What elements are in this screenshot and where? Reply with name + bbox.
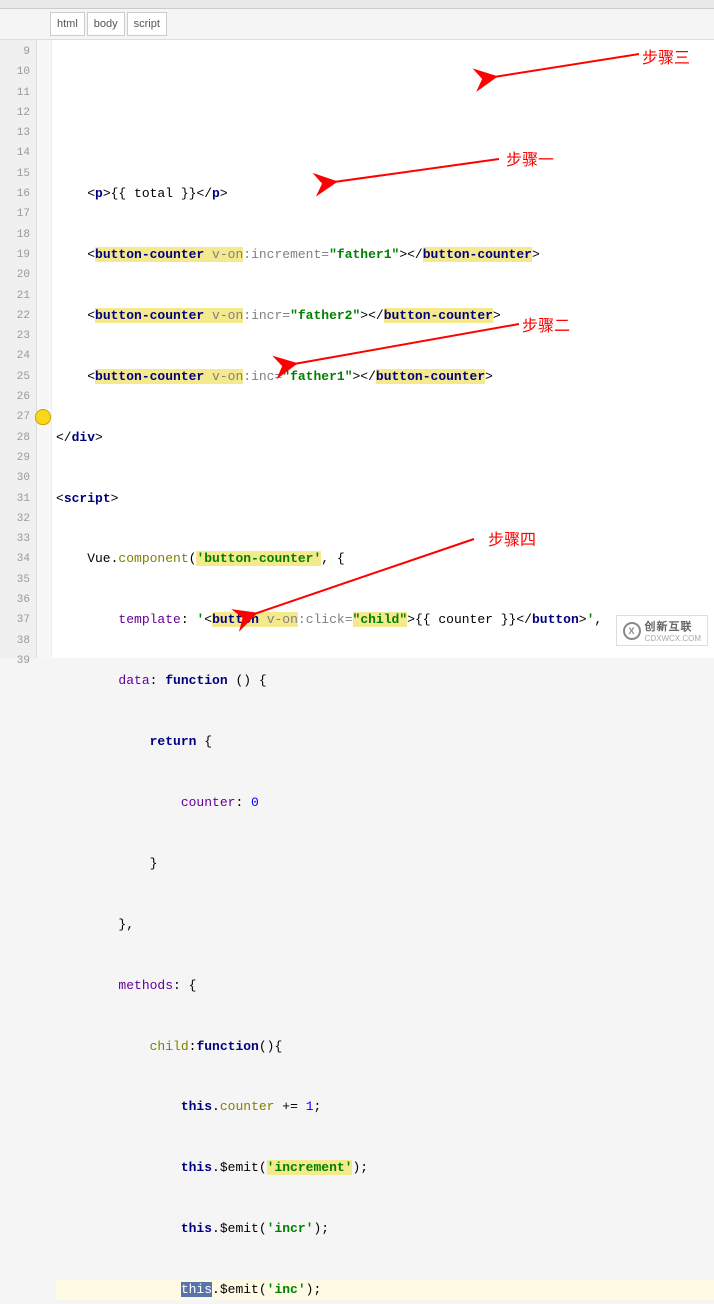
code-line (56, 123, 714, 143)
code-line: this.$emit('increment'); (56, 1158, 714, 1178)
breadcrumb-item-html[interactable]: html (50, 12, 85, 36)
code-line: <script> (56, 489, 714, 509)
code-line: <button-counter v-on:increment="father1"… (56, 245, 714, 265)
code-line: <p>{{ total }}</p> (56, 184, 714, 204)
title-bar-fragment (0, 0, 714, 9)
code-area[interactable]: <p>{{ total }}</p> <button-counter v-on:… (52, 40, 714, 658)
fold-gutter (37, 40, 52, 658)
code-line: counter: 0 (56, 793, 714, 813)
code-line: data: function () { (56, 671, 714, 691)
breadcrumb-bar: html body script (0, 9, 714, 40)
code-line: methods: { (56, 976, 714, 996)
watermark-logo-icon: X (623, 622, 641, 640)
code-line: </div> (56, 428, 714, 448)
watermark-text: 创新互联 (645, 618, 701, 634)
code-line-current: this.$emit('inc'); (56, 1280, 714, 1300)
code-line: this.$emit('incr'); (56, 1219, 714, 1239)
code-line: } (56, 854, 714, 874)
annotation-step2: 步骤二 (522, 312, 570, 336)
code-line: return { (56, 732, 714, 752)
watermark-subtext: CDXWCX.COM (645, 634, 701, 643)
annotation-step1: 步骤一 (506, 146, 554, 170)
annotation-step3: 步骤三 (642, 44, 690, 68)
code-line: }, (56, 915, 714, 935)
code-line: <button-counter v-on:inc="father1"></but… (56, 367, 714, 387)
breadcrumb-item-script[interactable]: script (127, 12, 167, 36)
annotation-step4: 步骤四 (488, 526, 536, 550)
watermark: X 创新互联 CDXWCX.COM (616, 615, 708, 646)
code-line: Vue.component('button-counter', { (56, 549, 714, 569)
intention-bulb-icon[interactable] (35, 409, 51, 425)
code-line: <button-counter v-on:incr="father2"></bu… (56, 306, 714, 326)
code-editor[interactable]: 9101112131415161718192021222324252627282… (0, 40, 714, 658)
code-line: child:function(){ (56, 1037, 714, 1057)
line-number-gutter: 9101112131415161718192021222324252627282… (0, 40, 37, 658)
breadcrumb-item-body[interactable]: body (87, 12, 125, 36)
code-line: this.counter += 1; (56, 1097, 714, 1117)
